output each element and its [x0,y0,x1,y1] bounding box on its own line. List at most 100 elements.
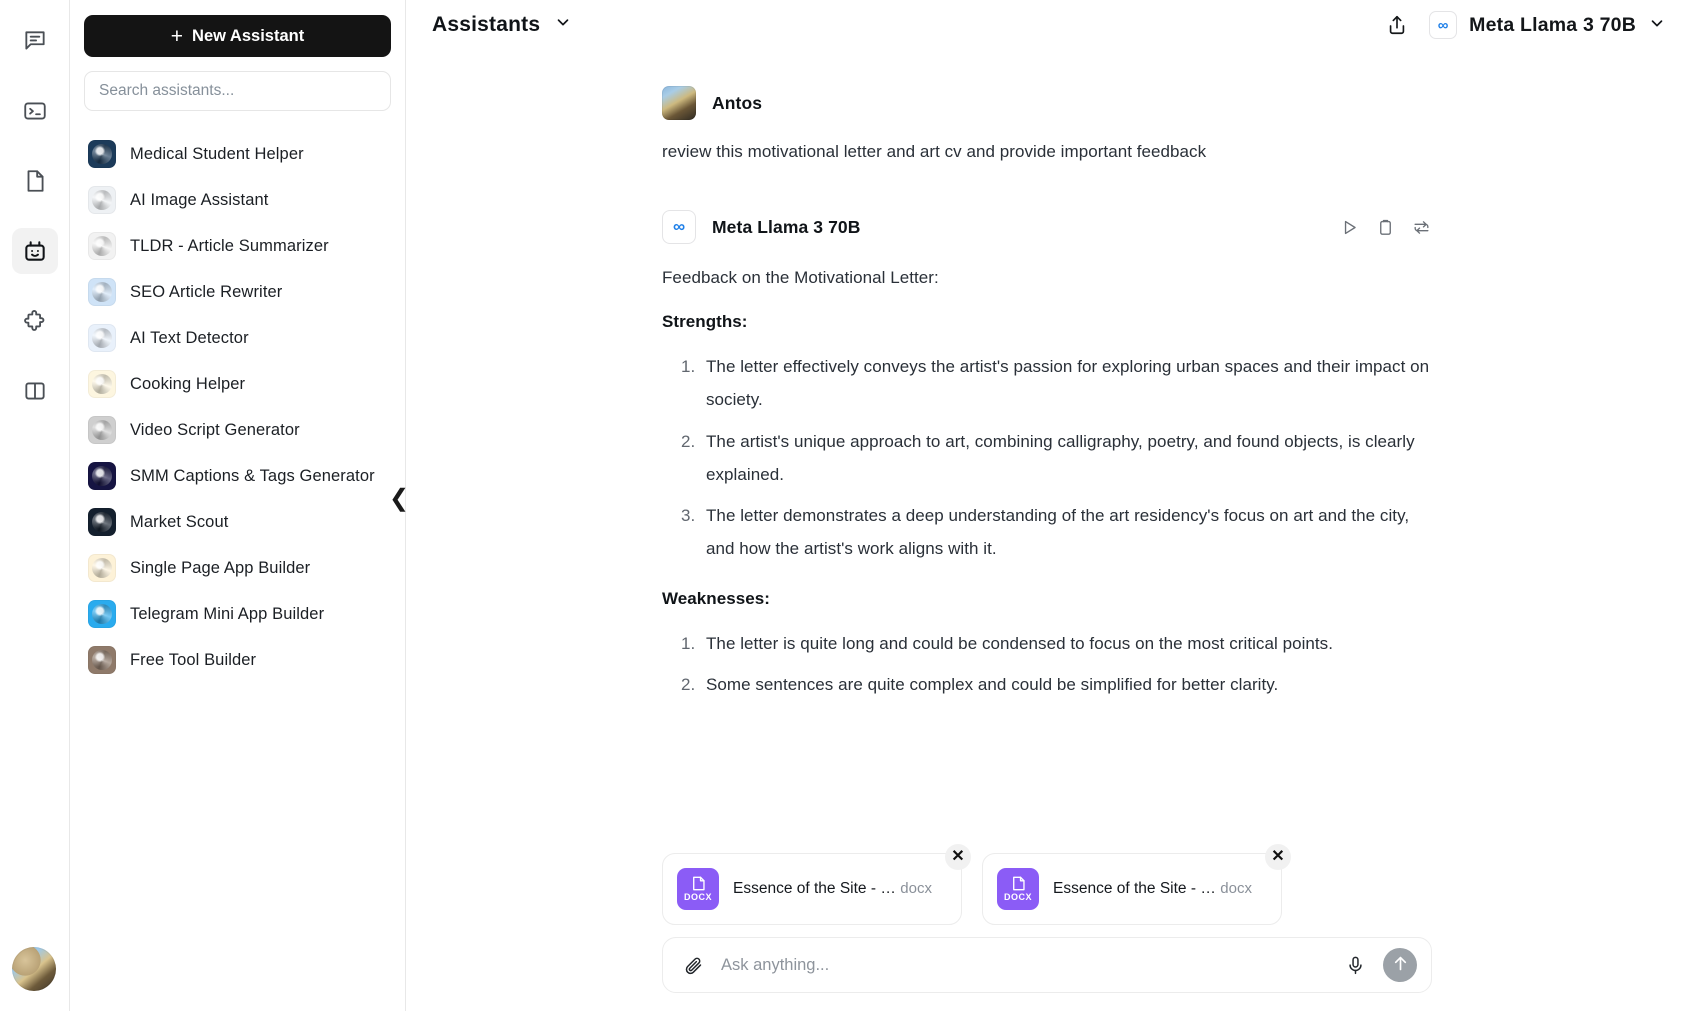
assistant-label: Video Script Generator [130,420,300,439]
sidebar-item-single-page-app-builder[interactable]: Single Page App Builder [84,545,391,591]
send-button[interactable] [1383,948,1417,982]
chat-bubble-icon [22,28,48,54]
rail-item-plugins[interactable] [12,298,58,344]
rail-item-layout[interactable] [12,368,58,414]
assistant-avatar-icon [88,508,116,536]
new-assistant-button[interactable]: + New Assistant [84,15,391,57]
weaknesses-list: The letter is quite long and could be co… [662,627,1432,701]
assistant-avatar-icon [88,646,116,674]
attachment-meta: Essence of the Site - … docx [1053,880,1252,898]
assistant-avatar-icon [88,554,116,582]
assistant-avatar-icon [88,186,116,214]
attachment-type: docx [1220,880,1252,897]
sidebar-item-smm-captions-tags-generator[interactable]: SMM Captions & Tags Generator [84,453,391,499]
assistant-label: Medical Student Helper [130,144,304,163]
list-item: The letter is quite long and could be co… [700,627,1432,660]
user-name: Antos [712,92,763,113]
attachment-name: Essence of the Site - … [733,880,896,897]
sidebar-item-cooking-helper[interactable]: Cooking Helper [84,361,391,407]
strengths-heading: Strengths: [662,312,748,332]
left-icon-rail [0,0,70,1011]
search-wrapper [84,71,391,111]
weaknesses-heading: Weaknesses: [662,589,770,609]
composer: DOCX Essence of the Site - … docx ✕ DOCX [406,835,1688,1011]
attachment-type: docx [900,880,932,897]
meta-infinity-icon: ∞ [1429,11,1458,39]
sidebar-item-video-script-generator[interactable]: Video Script Generator [84,407,391,453]
assistant-list: Medical Student Helper AI Image Assistan… [84,131,391,683]
sidebar-item-telegram-mini-app-builder[interactable]: Telegram Mini App Builder [84,591,391,637]
user-avatar[interactable] [12,947,56,991]
avatar [662,86,696,120]
list-item: Some sentences are quite complex and cou… [700,668,1432,701]
attachment-card[interactable]: DOCX Essence of the Site - … docx ✕ [662,844,971,925]
bot-icon [22,238,48,264]
assistant-label: SMM Captions & Tags Generator [130,466,375,485]
assistant-label: Cooking Helper [130,374,246,393]
rail-item-chat[interactable] [12,18,58,64]
copy-icon[interactable] [1374,216,1396,238]
sidebar-item-seo-article-rewriter[interactable]: SEO Article Rewriter [84,269,391,315]
sidebar-item-free-tool-builder[interactable]: Free Tool Builder [84,637,391,683]
assistant-label: TLDR - Article Summarizer [130,236,329,255]
microphone-icon[interactable] [1341,951,1369,979]
sidebar-item-tldr-article-summarizer[interactable]: TLDR - Article Summarizer [84,223,391,269]
user-message-text: review this motivational letter and art … [662,142,1207,161]
assistant-avatar-icon [88,416,116,444]
assistant-intro: Feedback on the Motivational Letter: [662,268,939,288]
model-selector[interactable]: ∞ Meta Llama 3 70B [1429,11,1666,39]
sidebar-item-ai-text-detector[interactable]: AI Text Detector [84,315,391,361]
user-message-header: Antos [662,86,1432,120]
send-arrow-icon [1391,954,1410,976]
list-item: The letter effectively conveys the artis… [700,350,1432,416]
assistant-avatar-icon [88,232,116,260]
list-item: The artist's unique approach to art, com… [700,425,1432,491]
new-assistant-label: New Assistant [192,26,305,45]
message-input[interactable] [721,955,1327,975]
terminal-icon [22,98,48,124]
topbar-actions: ∞ Meta Llama 3 70B [1383,11,1666,39]
document-icon [22,168,48,194]
strengths-list: The letter effectively conveys the artis… [662,350,1432,565]
top-bar: Assistants ∞ Meta Llama 3 70B [406,0,1688,50]
main-panel: ❮ Assistants ∞ Meta Llama 3 70B Antos re… [389,0,1688,1011]
split-panel-icon [22,378,48,404]
assistant-label: AI Text Detector [130,328,249,347]
assistant-label: AI Image Assistant [130,190,269,209]
share-icon[interactable] [1383,11,1411,39]
play-icon[interactable] [1338,216,1360,238]
assistant-name: Meta Llama 3 70B [712,216,861,237]
docx-file-icon: DOCX [677,868,719,910]
close-icon[interactable]: ✕ [945,844,971,870]
regenerate-icon[interactable] [1410,216,1432,238]
sidebar-item-market-scout[interactable]: Market Scout [84,499,391,545]
attachment-list: DOCX Essence of the Site - … docx ✕ DOCX [662,844,1432,925]
model-name: Meta Llama 3 70B [1469,13,1636,36]
rail-item-assistants[interactable] [11,228,58,274]
attachment-meta: Essence of the Site - … docx [733,880,932,898]
list-item: The letter demonstrates a deep understan… [700,499,1432,565]
docx-file-icon: DOCX [997,868,1039,910]
assistant-label: Telegram Mini App Builder [130,604,325,623]
assistant-avatar-icon [88,140,116,168]
assistant-avatar-icon [88,278,116,306]
rail-item-documents[interactable] [12,158,58,204]
app-root: + New Assistant Medical Student Helper A… [0,0,1688,1011]
paperclip-icon[interactable] [679,951,707,979]
rail-item-terminal[interactable] [12,88,58,134]
page-title: Assistants [432,13,541,36]
page-title-dropdown[interactable]: Assistants [432,13,572,37]
assistant-avatar-icon [88,600,116,628]
meta-infinity-icon: ∞ [662,210,696,245]
assistant-avatar-icon [88,370,116,398]
sidebar-item-ai-image-assistant[interactable]: AI Image Assistant [84,177,391,223]
assistants-sidebar: + New Assistant Medical Student Helper A… [70,0,406,1011]
attachment-name: Essence of the Site - … [1053,880,1216,897]
assistant-label: SEO Article Rewriter [130,282,283,301]
search-input[interactable] [84,71,391,111]
attachment-card[interactable]: DOCX Essence of the Site - … docx ✕ [982,844,1291,925]
assistant-avatar-icon [88,462,116,490]
assistant-label: Single Page App Builder [130,558,311,577]
close-icon[interactable]: ✕ [1265,844,1291,870]
sidebar-item-medical-student-helper[interactable]: Medical Student Helper [84,131,391,177]
